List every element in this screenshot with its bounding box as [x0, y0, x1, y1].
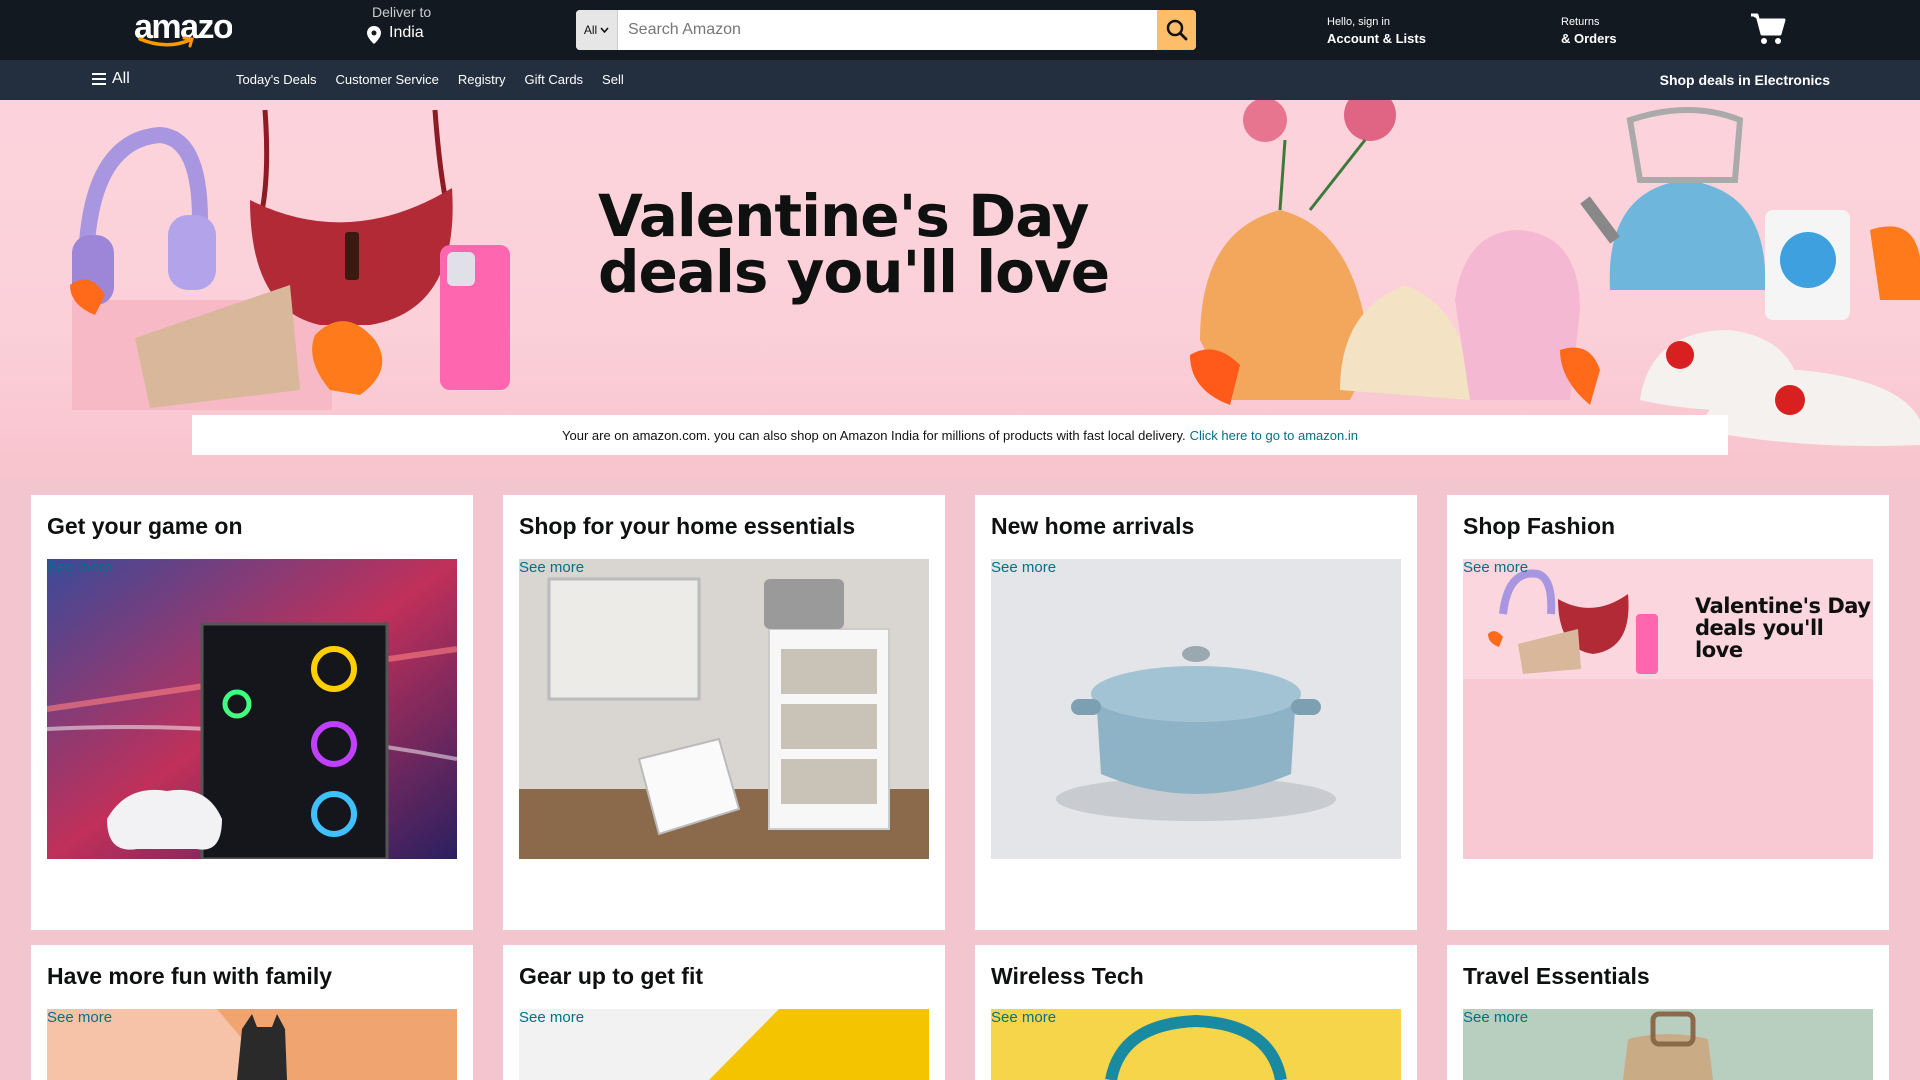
account-label: Account & Lists [1327, 31, 1426, 46]
search-button[interactable] [1157, 10, 1196, 50]
home-storage-image[interactable] [519, 559, 929, 859]
dutch-oven-image[interactable] [991, 559, 1401, 859]
all-menu-label: All [112, 70, 130, 87]
amazon-india-link[interactable]: Click here to go to amazon.in [1190, 428, 1358, 443]
returns-and-orders[interactable]: Returns & Orders [1561, 16, 1617, 46]
region-notice-text: Your are on amazon.com. you can also sho… [562, 427, 1186, 443]
search-input[interactable] [620, 10, 1150, 50]
secondary-navigation: All Today's Deals Customer Service Regis… [0, 60, 1920, 100]
search-category-label: All [583, 23, 598, 37]
see-more-link[interactable]: See more [47, 559, 112, 576]
orders-label: & Orders [1561, 31, 1617, 46]
see-more-link[interactable]: See more [519, 1009, 584, 1026]
dutch-oven-illustration [991, 559, 1401, 859]
card-title: Travel Essentials [1463, 963, 1650, 989]
see-more-link[interactable]: See more [1463, 1009, 1528, 1026]
see-more-link[interactable]: See more [519, 559, 584, 576]
see-more-link[interactable]: See more [1463, 559, 1528, 576]
card-new-home-arrivals: New home arrivals See more [975, 495, 1417, 930]
location-pin-icon [367, 26, 381, 44]
all-menu-button[interactable]: All [92, 70, 130, 88]
hero-title: Valentine's Day deals you'll love [598, 182, 1110, 306]
card-wireless-tech: Wireless Tech See more [975, 945, 1417, 1080]
card-travel-essentials: Travel Essentials See more [1447, 945, 1889, 1080]
returns-label: Returns [1561, 16, 1600, 28]
card-fun-with-family: Have more fun with family See more [31, 945, 473, 1080]
hero-title-line-2: deals you'll love [598, 238, 1110, 306]
card-title: Shop for your home essentials [519, 513, 856, 539]
account-and-lists[interactable]: Hello, sign in Account & Lists [1327, 16, 1426, 46]
search-bar: All [576, 10, 1196, 50]
fashion-promo-line-1: Valentine's Day [1695, 594, 1871, 618]
see-more-link[interactable]: See more [991, 559, 1056, 576]
hero-title-line-1: Valentine's Day [598, 182, 1089, 250]
account-greeting: Hello, sign in [1327, 16, 1390, 28]
top-navigation-bar: amazon Deliver to India All Hello, sign … [0, 0, 1920, 60]
fashion-promo-line-2: deals you'll love [1695, 616, 1824, 662]
card-home-essentials: Shop for your home essentials See more [503, 495, 945, 930]
subnav-link-registry[interactable]: Registry [458, 72, 506, 87]
deliver-label: Deliver to [372, 4, 432, 20]
card-title: Shop Fashion [1463, 513, 1616, 539]
gaming-pc-image[interactable] [47, 559, 457, 859]
card-title: New home arrivals [991, 513, 1195, 539]
chevron-down-icon [600, 27, 609, 33]
card-title: Get your game on [47, 513, 243, 539]
card-get-fit: Gear up to get fit See more [503, 945, 945, 1080]
region-notice: Your are on amazon.com. you can also sho… [192, 415, 1728, 455]
see-more-link[interactable]: See more [47, 1009, 112, 1026]
card-title: Wireless Tech [991, 963, 1144, 989]
card-title: Gear up to get fit [519, 963, 703, 989]
electronics-deals-link[interactable]: Shop deals in Electronics [1660, 72, 1830, 88]
subnav-link-sell[interactable]: Sell [602, 72, 624, 87]
hamburger-menu-icon [92, 73, 106, 85]
cart-icon [1751, 13, 1786, 44]
logo-smile-icon [138, 36, 194, 48]
subnav-links: Today's Deals Customer Service Registry … [236, 72, 624, 87]
home-storage-illustration [519, 559, 929, 859]
subnav-link-customer-service[interactable]: Customer Service [336, 72, 439, 87]
fashion-promo-image[interactable]: Valentine's Day deals you'll love [1463, 559, 1873, 859]
search-icon [1166, 19, 1187, 41]
card-shop-fashion: Shop Fashion See more Valentine's Day de… [1447, 495, 1889, 930]
cart-button[interactable] [1750, 12, 1786, 51]
see-more-link[interactable]: See more [991, 1009, 1056, 1026]
gaming-pc-illustration [47, 559, 457, 859]
search-category-select[interactable]: All [576, 10, 618, 50]
subnav-link-todays-deals[interactable]: Today's Deals [236, 72, 317, 87]
subnav-link-gift-cards[interactable]: Gift Cards [525, 72, 584, 87]
fashion-promo-text: Valentine's Day deals you'll love [1695, 595, 1873, 661]
card-title: Have more fun with family [47, 963, 333, 989]
card-get-your-game-on: Get your game on See more [31, 495, 473, 930]
amazon-logo[interactable]: amazon [134, 6, 234, 52]
deliver-location: India [389, 24, 424, 41]
